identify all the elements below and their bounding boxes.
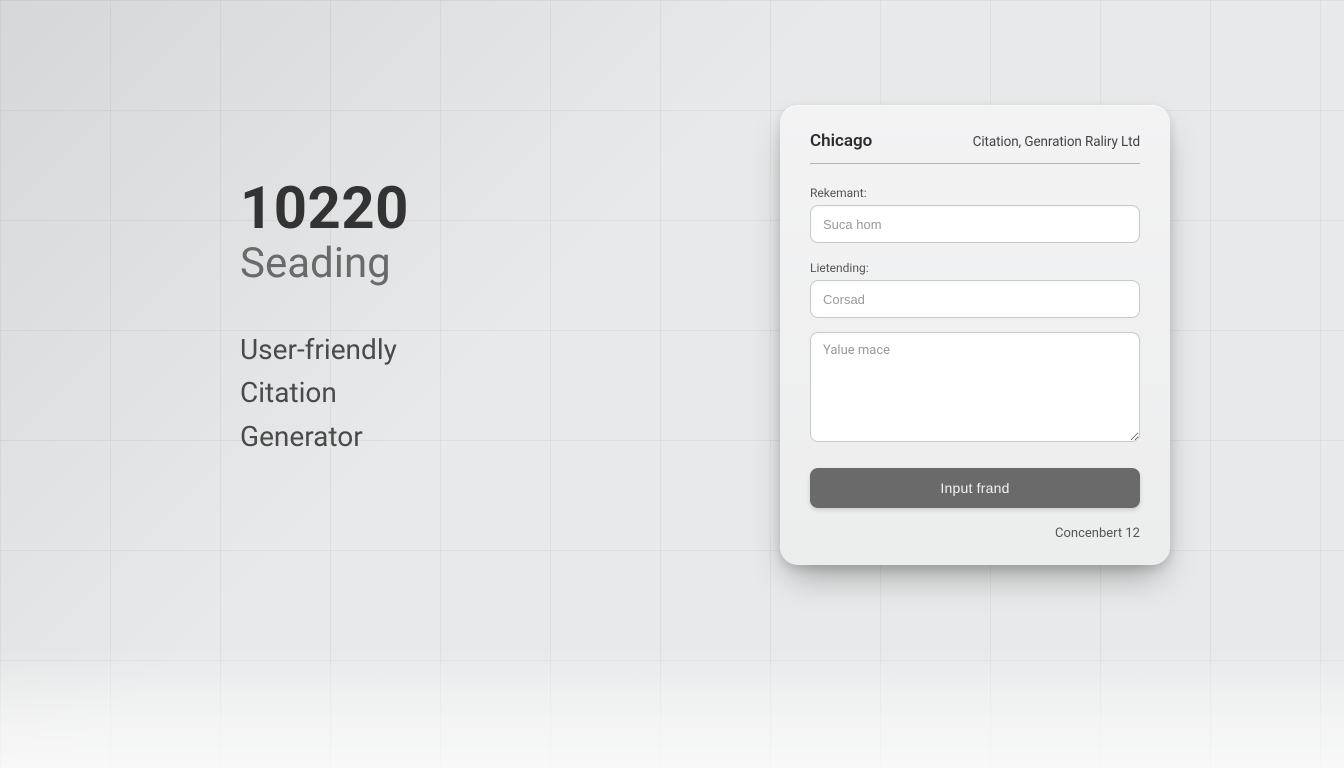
hero-tagline: User-friendly Citation Generator [240, 328, 409, 458]
hero-number: 10220 [240, 175, 409, 243]
card-brand: Chicago [810, 131, 872, 151]
tagline-line-1: User-friendly [240, 333, 397, 366]
field-1-input[interactable] [810, 205, 1140, 243]
field-1-label: Rekemant: [810, 186, 1140, 200]
tagline-line-3: Generator [240, 415, 409, 458]
tagline-line-2: Citation [240, 371, 409, 414]
field-2-label: Lietending: [810, 261, 1140, 275]
hero-subtitle: Seading [240, 239, 409, 288]
card-header-right: Citation, Genration Raliry Ltd [973, 134, 1140, 150]
card-header: Chicago Citation, Genration Raliry Ltd [810, 131, 1140, 164]
submit-button[interactable]: Input frand [810, 468, 1140, 508]
citation-form-card: Chicago Citation, Genration Raliry Ltd R… [780, 105, 1170, 565]
card-footer-note: Concenbert 12 [810, 526, 1140, 541]
floor-gradient [0, 648, 1344, 768]
hero-block: 10220 Seading User-friendly Citation Gen… [240, 175, 409, 458]
field-2-input[interactable] [810, 280, 1140, 318]
notes-textarea[interactable] [810, 332, 1140, 442]
